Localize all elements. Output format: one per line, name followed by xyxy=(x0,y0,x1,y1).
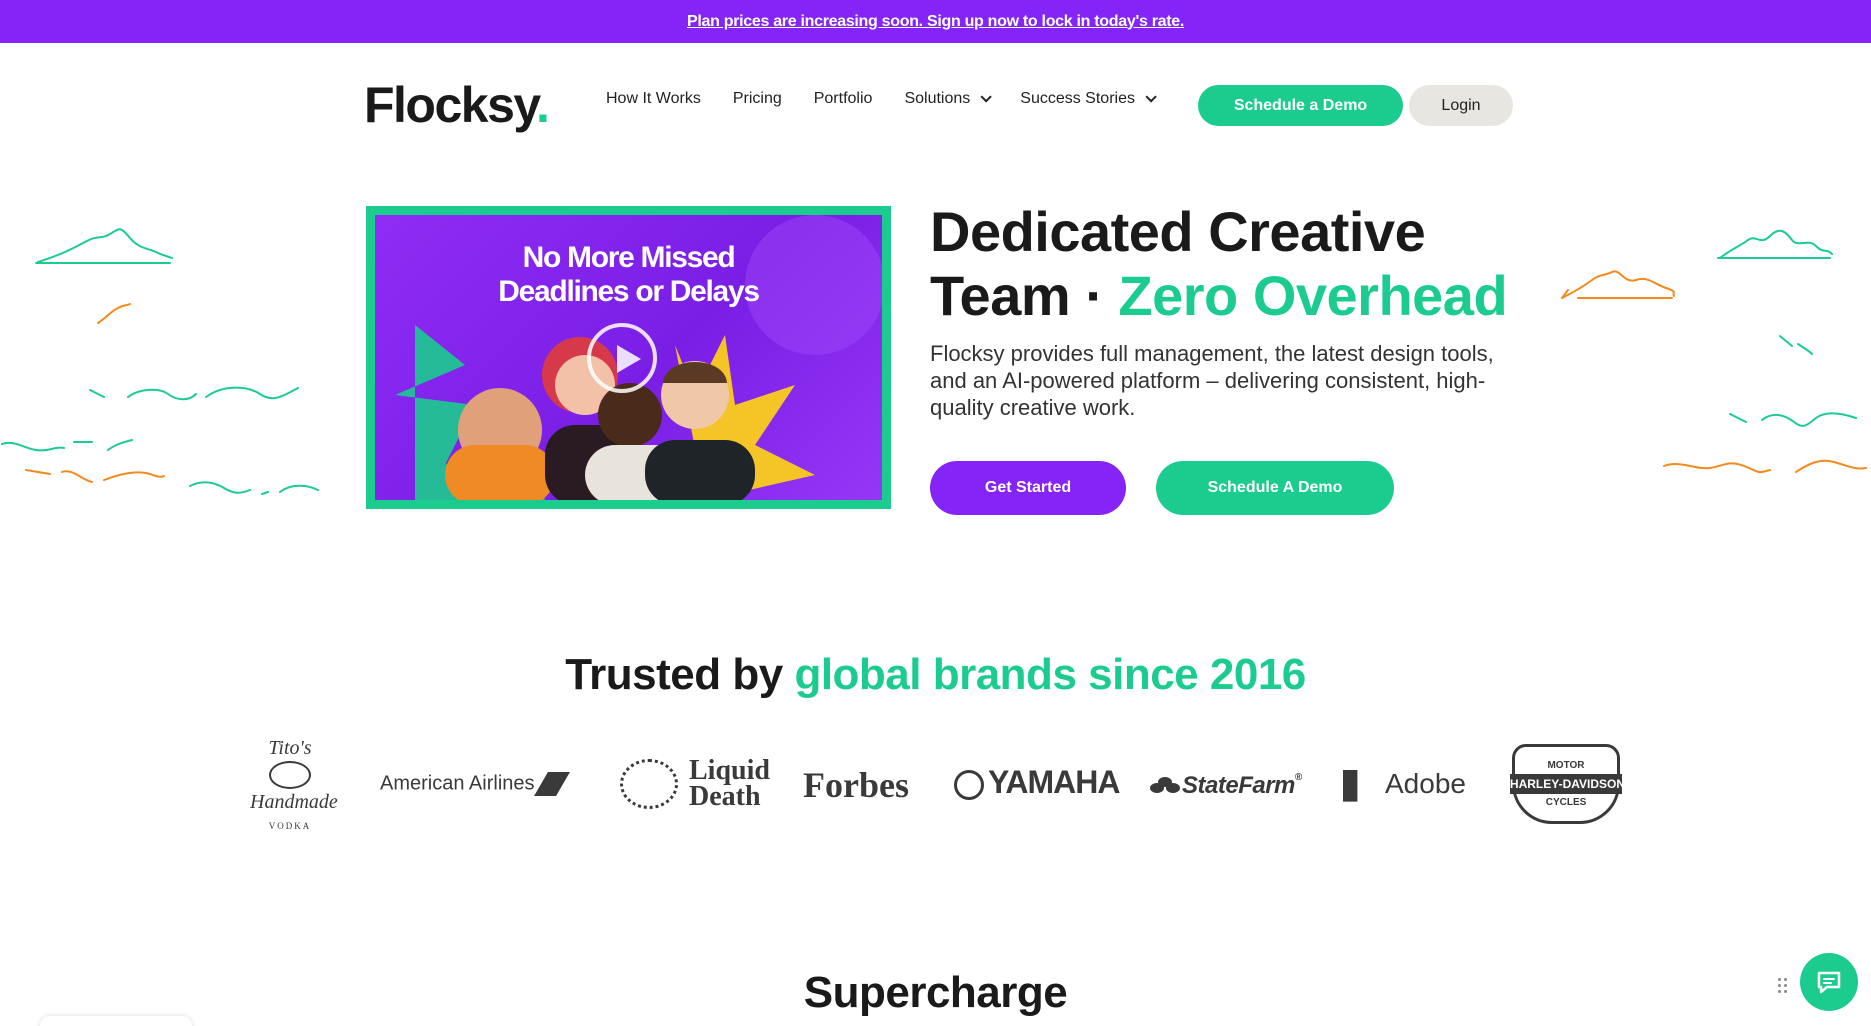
nav-pricing[interactable]: Pricing xyxy=(733,90,782,108)
hero-title: Dedicated Creative Team · Zero Overhead xyxy=(930,200,1508,328)
state-farm-registered-mark: ® xyxy=(1294,772,1302,783)
login-button[interactable]: Login xyxy=(1409,85,1513,126)
liquid-death-logo: Liquid Death xyxy=(620,757,770,812)
hero-title-zero-overhead: Zero Overhead xyxy=(1118,264,1508,327)
yamaha-logo: YAMAHA xyxy=(954,764,1120,801)
decorative-squiggles xyxy=(1,228,1867,495)
nav-links: How It Works Pricing Portfolio Solutions… xyxy=(606,90,1185,108)
main-header: Flocksy. How It Works Pricing Portfolio … xyxy=(0,66,1871,146)
adobe-mark-icon xyxy=(1343,769,1358,802)
titos-vodka: VODKA xyxy=(268,821,312,831)
chevron-down-icon xyxy=(980,91,993,103)
nav-success-stories-label: Success Stories xyxy=(1020,90,1135,107)
liquid-death-line2: Death xyxy=(689,781,761,812)
promo-banner: Plan prices are increasing soon. Sign up… xyxy=(0,0,1871,43)
get-started-button[interactable]: Get Started xyxy=(930,461,1126,515)
nav-solutions[interactable]: Solutions xyxy=(904,90,993,108)
state-farm-text: StateFarm xyxy=(1182,772,1295,799)
trusted-heading: Trusted by global brands since 2016 xyxy=(0,650,1871,700)
adobe-text: Adobe xyxy=(1385,768,1466,799)
chat-bubble-icon xyxy=(1817,971,1841,994)
yamaha-text: YAMAHA xyxy=(988,764,1120,800)
schedule-demo-hero-button[interactable]: Schedule A Demo xyxy=(1156,461,1394,515)
play-icon[interactable] xyxy=(587,323,657,393)
harley-mid: HARLEY-DAVIDSON xyxy=(1509,774,1625,794)
flocksy-logo[interactable]: Flocksy. xyxy=(364,76,550,134)
hero-description: Flocksy provides full management, the la… xyxy=(930,341,1494,420)
video-title-line2: Deadlines or Delays xyxy=(498,275,760,308)
titos-name: Tito's xyxy=(268,737,312,759)
harley-davidson-shield-icon: MOTOR HARLEY-DAVIDSON CYCLES xyxy=(1509,744,1625,824)
nav-how-it-works[interactable]: How It Works xyxy=(606,90,701,108)
trusted-prefix: Trusted by xyxy=(565,650,795,699)
harley-bottom: CYCLES xyxy=(1545,797,1587,808)
forbes-logo: Forbes xyxy=(803,764,909,806)
hero-video-frame: No More Missed Deadlines or Delays xyxy=(366,206,891,509)
hero-video[interactable]: No More Missed Deadlines or Delays xyxy=(375,215,882,500)
nav-pricing-label: Pricing xyxy=(732,90,782,107)
harley-top: MOTOR xyxy=(1547,760,1585,771)
forbes-text: Forbes xyxy=(803,765,909,805)
section-heading-supercharge: Supercharge xyxy=(803,968,1068,1017)
harley-davidson-logo: MOTOR HARLEY-DAVIDSON CYCLES xyxy=(1509,744,1625,824)
video-title-line1: No More Missed xyxy=(522,241,736,274)
state-farm-logo: StateFarm® xyxy=(1150,772,1302,800)
logo-dot: . xyxy=(536,77,550,133)
american-airlines-text: American Airlines xyxy=(380,772,535,795)
hero-title-line1: Dedicated Creative xyxy=(930,200,1426,263)
nav-how-it-works-label: How It Works xyxy=(606,90,701,107)
brand-logos: Tito's Handmade VODKA American Airlines … xyxy=(250,730,1630,840)
titos-handmade: Handmade xyxy=(250,791,338,813)
american-airlines-logo: American Airlines xyxy=(380,772,570,796)
nav-portfolio-label: Portfolio xyxy=(813,90,873,107)
titos-logo: Tito's Handmade VODKA xyxy=(250,736,338,838)
liquid-death-skull-icon xyxy=(620,759,678,809)
logo-text: Flocksy xyxy=(364,77,538,133)
hero-title-separator: · xyxy=(1070,264,1119,327)
chat-button[interactable] xyxy=(1800,953,1858,1011)
state-farm-ovals-icon xyxy=(1150,776,1180,797)
nav-success-stories[interactable]: Success Stories xyxy=(1020,90,1157,108)
drag-handle-icon[interactable] xyxy=(1778,978,1790,998)
american-airlines-tail-icon xyxy=(533,772,570,796)
video-title: No More Missed Deadlines or Delays xyxy=(375,241,882,309)
cookie-tab[interactable] xyxy=(40,1016,192,1026)
schedule-demo-nav-button[interactable]: Schedule a Demo xyxy=(1198,85,1403,126)
hero-title-line2: Team · Zero Overhead xyxy=(930,264,1508,328)
adobe-logo: Adobe xyxy=(1343,768,1466,802)
trusted-highlight: global brands since 2016 xyxy=(794,650,1306,699)
promo-banner-link[interactable]: Plan prices are increasing soon. Sign up… xyxy=(687,13,1184,31)
nav-portfolio[interactable]: Portfolio xyxy=(814,90,873,108)
yamaha-tuning-forks-icon xyxy=(954,769,984,800)
chevron-down-icon xyxy=(1145,91,1157,103)
hero-title-team: Team xyxy=(930,264,1071,327)
titos-badge-icon xyxy=(269,761,311,789)
nav-solutions-label: Solutions xyxy=(904,90,971,107)
